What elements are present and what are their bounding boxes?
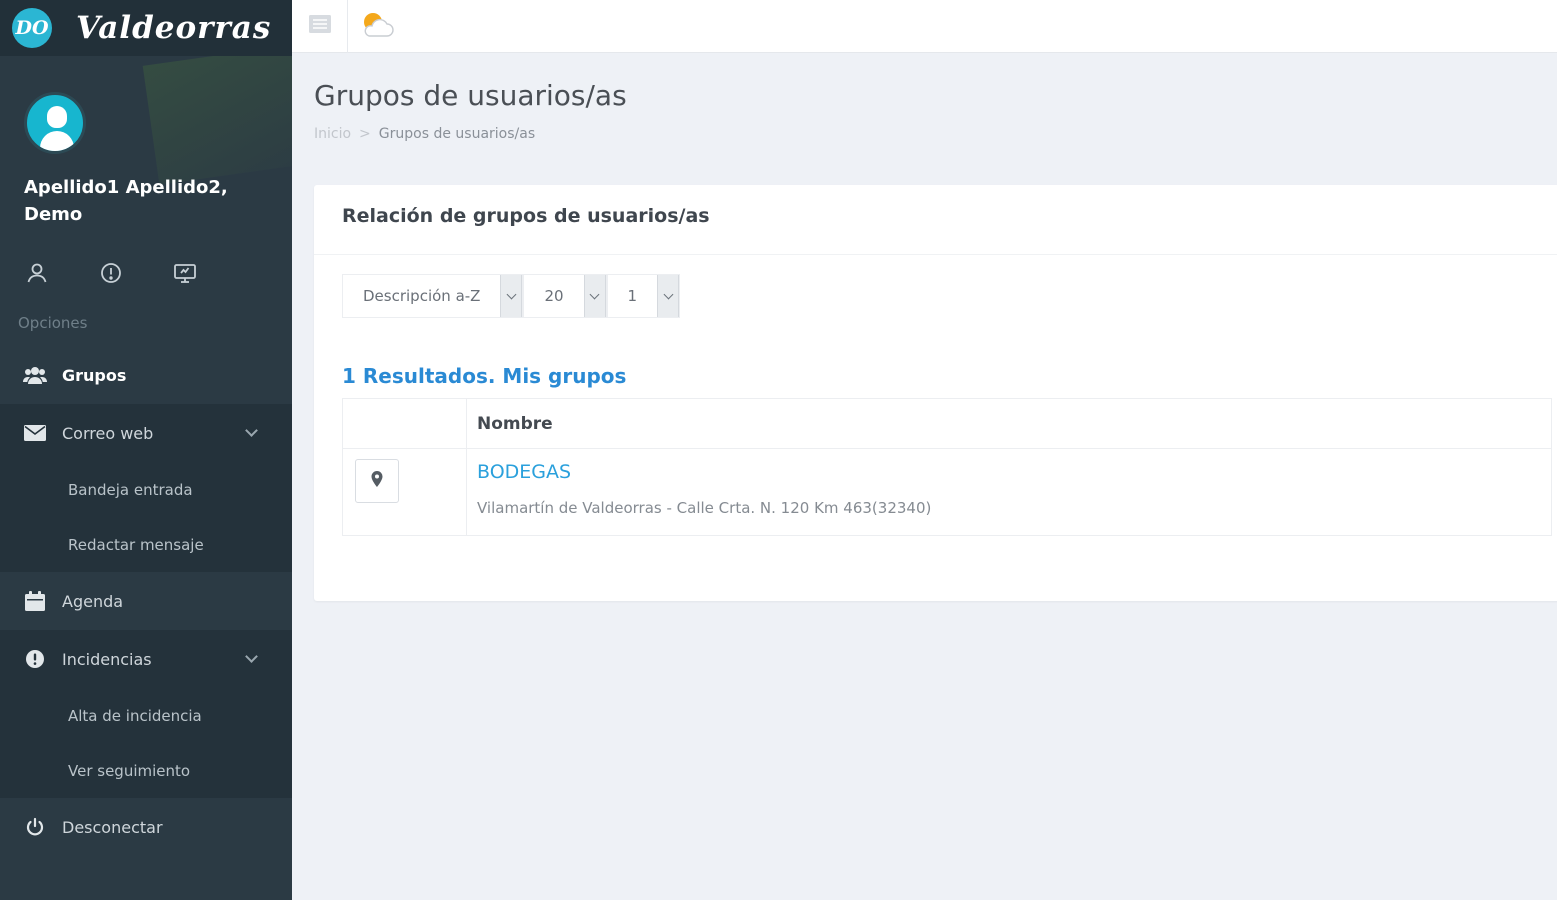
calendar-icon (22, 591, 48, 611)
sidebar-item-redactar-mensaje[interactable]: Redactar mensaje (0, 517, 292, 572)
topbar (292, 0, 1557, 53)
page-select-value: 1 (627, 287, 638, 305)
sidebar-item-label: Correo web (62, 423, 154, 443)
table-row: BODEGAS Vilamartín de Valdeorras - Calle… (343, 449, 1551, 535)
sidebar-item-correo-web[interactable]: Correo web (0, 404, 292, 462)
breadcrumb-home[interactable]: Inicio (314, 126, 351, 142)
chevron-down-icon[interactable] (245, 424, 258, 437)
power-icon (22, 817, 48, 837)
chevron-down-icon[interactable] (245, 650, 258, 663)
groups-panel: Relación de grupos de usuarios/as Descri… (314, 185, 1557, 601)
sidebar-item-ver-seguimiento[interactable]: Ver seguimiento (0, 743, 292, 798)
info-icon[interactable] (98, 260, 124, 286)
sidebar: DO Valdeorras Apellido1 Apellido2, Demo … (0, 0, 292, 900)
breadcrumb-current: Grupos de usuarios/as (378, 126, 536, 142)
profile-actions (24, 260, 292, 286)
sort-select[interactable]: Descripción a-Z (342, 274, 524, 318)
per-page-select-value: 20 (544, 287, 564, 305)
sidebar-item-alta-incidencia[interactable]: Alta de incidencia (0, 688, 292, 743)
users-icon (22, 365, 48, 385)
group-address: Vilamartín de Valdeorras - Calle Crta. N… (477, 499, 932, 517)
sidebar-item-label: Incidencias (62, 649, 152, 669)
sidebar-section-label: Opciones (18, 314, 88, 332)
per-page-select[interactable]: 20 (523, 274, 607, 318)
chevron-down-icon[interactable] (583, 275, 606, 317)
filters-bar: Descripción a-Z 20 1 (342, 274, 1557, 318)
sidebar-menu: Grupos Correo web Bandeja entrada Redact… (0, 346, 292, 856)
sidebar-item-agenda[interactable]: Agenda (0, 572, 292, 630)
user-icon[interactable] (24, 260, 50, 286)
sidebar-item-desconectar[interactable]: Desconectar (0, 798, 292, 856)
brand-logo: DO (12, 8, 52, 48)
chevron-down-icon[interactable] (500, 275, 523, 317)
avatar[interactable] (24, 92, 86, 154)
breadcrumb: Inicio > Grupos de usuarios/as (314, 126, 1557, 142)
table-header-actions (343, 399, 467, 448)
user-profile: Apellido1 Apellido2, Demo (0, 56, 292, 286)
brand-name: Valdeorras (76, 10, 272, 46)
location-button[interactable] (355, 459, 399, 503)
group-name-link[interactable]: BODEGAS (477, 461, 931, 483)
sidebar-item-incidencias[interactable]: Incidencias (0, 630, 292, 688)
sidebar-item-bandeja-entrada[interactable]: Bandeja entrada (0, 462, 292, 517)
weather-widget[interactable] (348, 0, 408, 53)
sidebar-item-label: Grupos (62, 365, 127, 385)
alert-icon (22, 649, 48, 669)
menu-toggle-button[interactable] (292, 0, 348, 53)
table-header: Nombre (343, 399, 1551, 449)
sort-select-value: Descripción a-Z (363, 287, 481, 305)
panel-title: Relación de grupos de usuarios/as (314, 185, 1557, 255)
envelope-icon (22, 423, 48, 443)
breadcrumb-separator: > (359, 126, 371, 142)
sidebar-item-label: Desconectar (62, 817, 163, 837)
page-select[interactable]: 1 (606, 274, 681, 318)
menu-icon (308, 15, 331, 37)
sidebar-item-label: Agenda (62, 591, 124, 611)
page-title: Grupos de usuarios/as (314, 79, 627, 112)
brand-header[interactable]: DO Valdeorras (0, 0, 292, 56)
chevron-down-icon[interactable] (657, 275, 680, 317)
table-cell-nombre: BODEGAS Vilamartín de Valdeorras - Calle… (467, 449, 931, 535)
sidebar-item-grupos[interactable]: Grupos (0, 346, 292, 404)
submenu-correo-web: Bandeja entrada Redactar mensaje (0, 462, 292, 572)
screen-icon[interactable] (172, 260, 198, 286)
main-content: Grupos de usuarios/as Inicio > Grupos de… (292, 53, 1557, 900)
table-cell-actions (343, 449, 467, 535)
column-header-nombre[interactable]: Nombre (467, 399, 553, 448)
groups-table: Nombre BODEGAS Vilamartín de Valdeorras … (342, 398, 1552, 536)
weather-icon (360, 10, 396, 42)
map-pin-icon (371, 471, 383, 491)
submenu-incidencias: Alta de incidencia Ver seguimiento (0, 688, 292, 798)
results-title: 1 Resultados. Mis grupos (342, 364, 627, 388)
user-name: Apellido1 Apellido2, Demo (24, 177, 228, 225)
